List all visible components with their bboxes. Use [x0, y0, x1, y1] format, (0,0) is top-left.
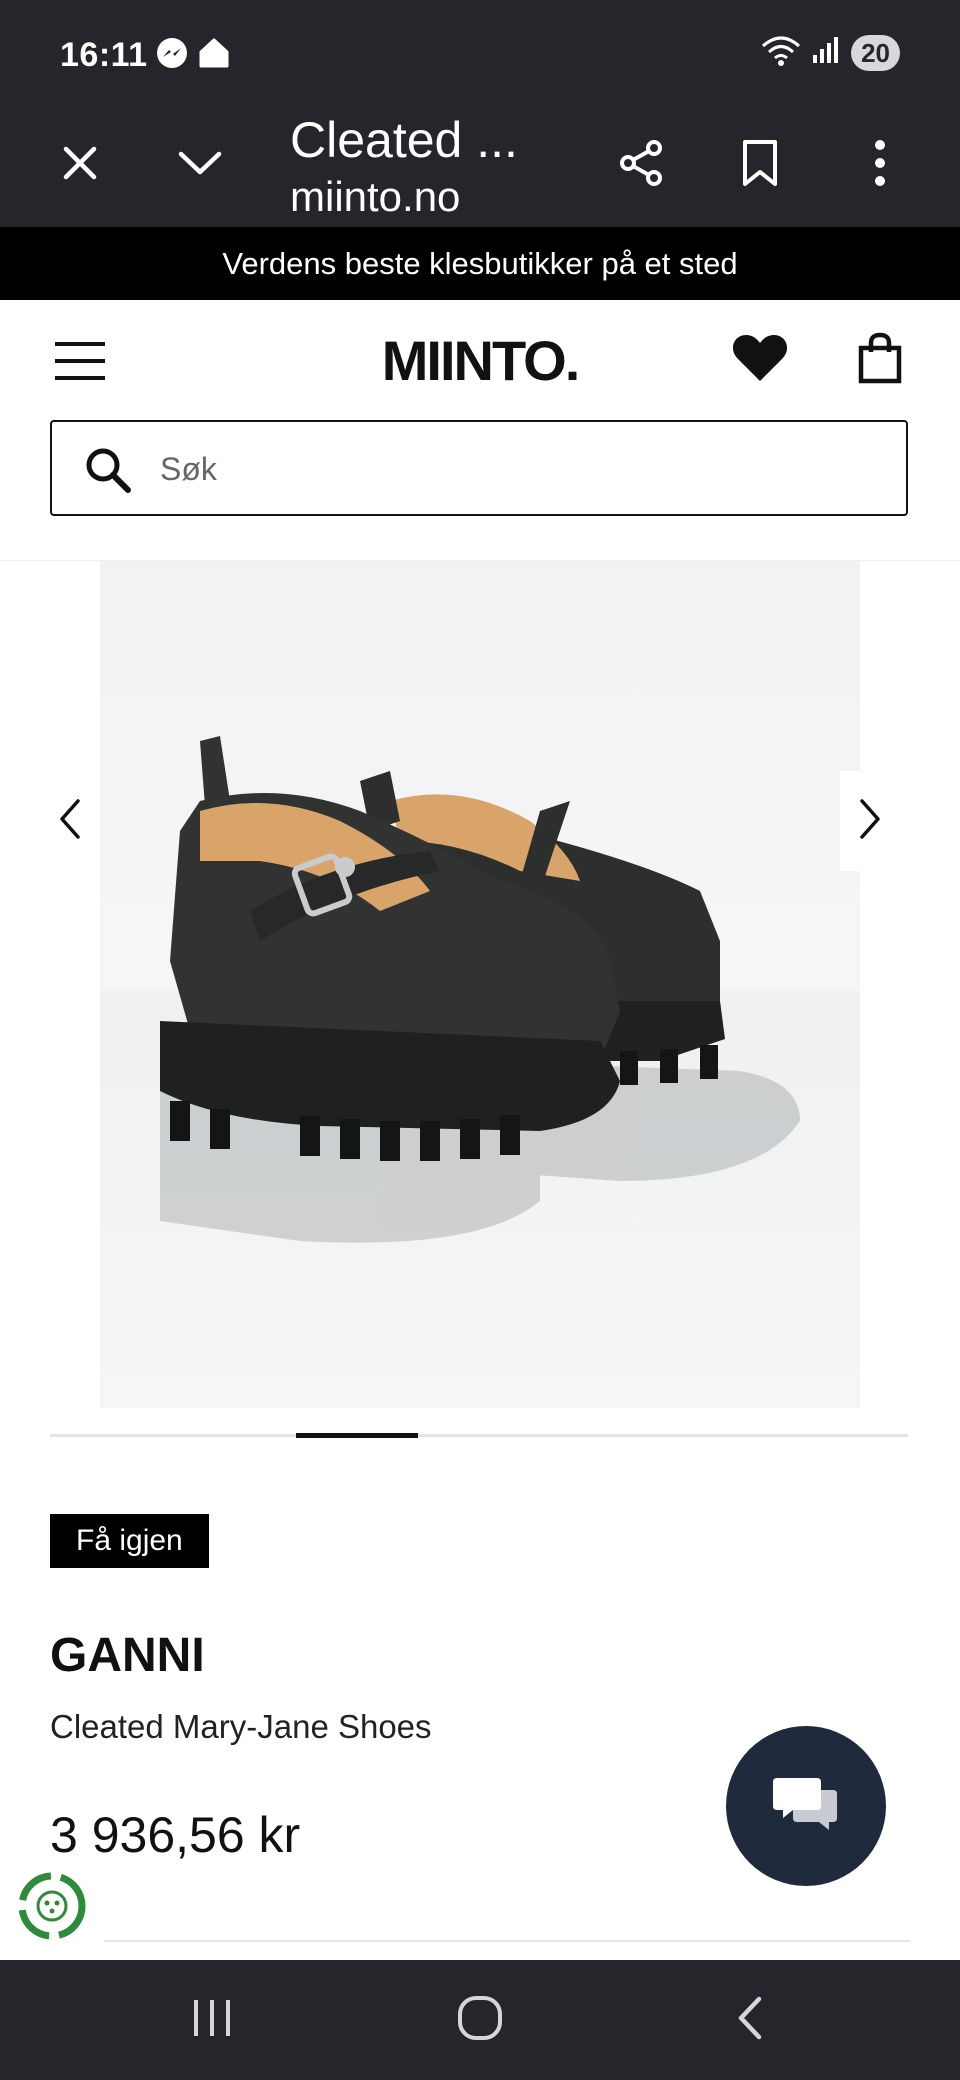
menu-icon: [55, 342, 105, 346]
menu-icon-line: [55, 376, 105, 380]
close-tab-button[interactable]: [40, 125, 120, 205]
back-button[interactable]: [700, 1982, 800, 2058]
chat-button[interactable]: [726, 1726, 886, 1886]
gallery-prev-button[interactable]: [40, 771, 100, 871]
gallery-next-button[interactable]: [840, 771, 900, 871]
search-input[interactable]: [158, 440, 862, 498]
chevron-right-icon: [858, 797, 882, 846]
heart-icon: [732, 333, 788, 388]
chat-icon: [771, 1774, 841, 1839]
announcement-text: Verdens beste klesbutikker på et sted: [222, 245, 738, 281]
search-icon: [84, 446, 132, 499]
chevron-left-icon: [58, 797, 82, 846]
product-name: Cleated Mary-Jane Shoes: [50, 1708, 432, 1745]
custom-tab-toolbar: Cleated ... miinto.no: [0, 105, 960, 227]
home-app-icon: [197, 36, 231, 75]
logo-container: MIINTO.: [0, 328, 960, 393]
page-title[interactable]: Cleated ...: [290, 111, 518, 169]
search-bar[interactable]: [50, 420, 908, 516]
menu-button[interactable]: [50, 336, 110, 386]
gallery-progress-track: [50, 1434, 908, 1437]
bookmark-button[interactable]: [720, 125, 800, 205]
wifi-icon: [761, 34, 801, 71]
page-url[interactable]: miinto.no: [290, 173, 460, 221]
system-nav-bar: [0, 1960, 960, 2080]
bookmark-icon: [740, 138, 780, 193]
status-right-icons: 20: [761, 34, 900, 71]
announcement-bar: Verdens beste klesbutikker på et sted: [0, 227, 960, 300]
cart-button[interactable]: [845, 330, 915, 390]
gallery-progress-indicator: [296, 1433, 418, 1438]
minimize-tab-button[interactable]: [160, 125, 240, 205]
home-circle-icon: [457, 1995, 503, 2046]
battery-indicator: 20: [851, 34, 900, 71]
chevron-down-icon: [177, 148, 223, 183]
status-notification-icons: [155, 36, 231, 75]
section-divider: [104, 1940, 910, 1942]
messenger-icon: [155, 36, 189, 75]
recent-apps-button[interactable]: [162, 1982, 262, 2058]
status-time: 16:11: [60, 36, 148, 74]
shopping-bag-icon: [858, 332, 902, 389]
product-price: 3 936,56 kr: [50, 1807, 301, 1863]
signal-icon: [811, 35, 841, 70]
product-image[interactable]: [100, 561, 860, 1408]
recent-apps-icon: [190, 1998, 234, 2043]
back-arrow-icon: [735, 1995, 765, 2046]
site-logo[interactable]: MIINTO.: [382, 328, 581, 393]
shoe-illustration: [100, 736, 860, 1408]
share-button[interactable]: [601, 125, 681, 205]
close-icon: [60, 143, 100, 188]
status-bar: 16:11 20: [0, 0, 960, 105]
product-gallery: [0, 561, 960, 1441]
menu-icon-line: [55, 359, 105, 363]
eco-badge[interactable]: [16, 1870, 88, 1942]
screen: 16:11 20 Cleated ... miinto.no Verdens b…: [0, 0, 960, 2080]
product-brand[interactable]: GANNI: [50, 1628, 205, 1683]
cashback-badge: Få igjen: [50, 1514, 209, 1568]
wishlist-button[interactable]: [725, 330, 795, 390]
share-icon: [616, 138, 666, 193]
more-vert-icon: [874, 139, 886, 192]
site-header: MIINTO.: [0, 300, 960, 561]
recycle-icon: [16, 1872, 88, 1946]
more-options-button[interactable]: [840, 125, 920, 205]
home-button[interactable]: [430, 1982, 530, 2058]
